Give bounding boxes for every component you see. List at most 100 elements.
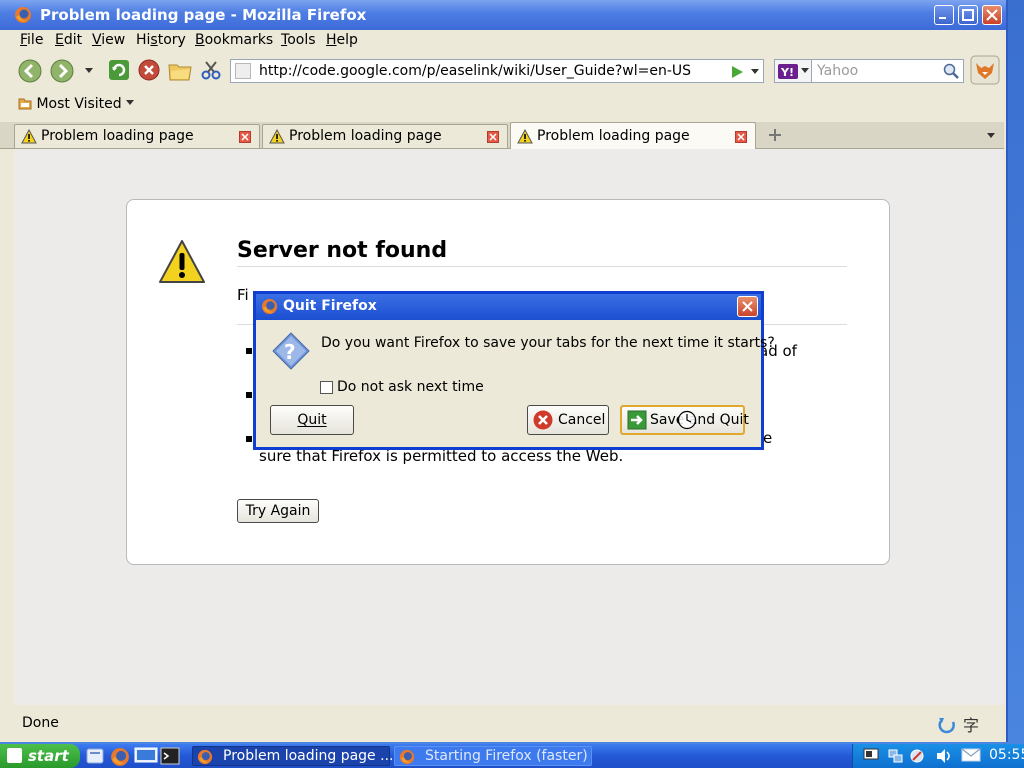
search-placeholder: Yahoo (817, 63, 859, 79)
yahoo-icon: Y! (778, 64, 798, 79)
tab-3-close-button[interactable] (735, 131, 747, 143)
menu-history[interactable]: History (136, 32, 186, 48)
firefox-icon (399, 749, 415, 765)
tab-2[interactable]: Problem loading page (262, 124, 508, 148)
search-engine-selector[interactable]: Y! (774, 59, 812, 83)
taskbar-item-firefox[interactable]: Problem loading page ... (192, 746, 394, 766)
do-not-ask-label[interactable]: Do not ask next time (337, 379, 484, 395)
sync-status-icon[interactable] (938, 716, 956, 734)
error-title: Server not found (237, 238, 448, 263)
title-bar[interactable]: Problem loading page - Mozilla Firefox (0, 0, 1006, 30)
question-icon: ? (272, 332, 310, 370)
firefox-window: Problem loading page - Mozilla Firefox F… (0, 0, 1008, 742)
tab-2-label: Problem loading page (289, 128, 442, 144)
quicklaunch-firefox-icon[interactable] (110, 747, 130, 767)
bullet-3-text: e (763, 429, 773, 447)
cancel-icon (533, 410, 553, 430)
most-visited-folder[interactable]: Most Visited (18, 96, 135, 112)
tray-volume-icon[interactable] (935, 748, 953, 764)
start-icon (7, 748, 22, 763)
firefox-icon (197, 749, 213, 765)
cancel-button[interactable]: Cancel (527, 405, 609, 435)
tab-2-close-button[interactable] (487, 131, 499, 143)
tab-1[interactable]: Problem loading page (14, 124, 260, 148)
quit-button[interactable]: Quit (270, 405, 354, 435)
stop-icon[interactable] (138, 59, 160, 81)
system-tray: 05:55 (852, 744, 1024, 768)
quicklaunch-files-icon[interactable] (86, 747, 104, 765)
minimize-icon (939, 17, 946, 19)
warning-icon (269, 129, 285, 144)
start-label: start (28, 747, 69, 765)
extension-fox-icon[interactable] (970, 55, 1000, 85)
warning-icon (21, 129, 37, 144)
most-visited-label: Most Visited (36, 96, 122, 112)
search-input[interactable]: Yahoo (812, 59, 964, 83)
taskbar-item-label: Problem loading page ... (223, 748, 394, 764)
tab-list-dropdown-icon[interactable] (986, 132, 996, 139)
reload-icon[interactable] (108, 59, 130, 81)
error-intro-text: Fi (237, 286, 249, 304)
navigation-toolbar: http://code.google.com/p/easelink/wiki/U… (0, 54, 1004, 88)
tray-security-icon[interactable] (909, 748, 927, 764)
minimize-button[interactable] (934, 5, 954, 25)
do-not-ask-checkbox[interactable] (320, 381, 333, 394)
menu-bookmarks[interactable]: Bookmarks (195, 32, 273, 48)
svg-text:Y!: Y! (780, 66, 794, 79)
tab-1-close-button[interactable] (239, 131, 251, 143)
url-bar[interactable]: http://code.google.com/p/easelink/wiki/U… (230, 59, 764, 83)
url-text[interactable]: http://code.google.com/p/easelink/wiki/U… (259, 63, 691, 79)
save-and-quit-button[interactable]: Save and Quit (620, 405, 749, 435)
tray-display-icon[interactable] (863, 748, 879, 764)
status-bar: Done 字 (0, 710, 1004, 740)
history-dropdown-icon[interactable] (84, 67, 94, 75)
try-again-button[interactable]: Try Again (237, 499, 319, 523)
search-icon[interactable] (943, 63, 959, 79)
save-quit-arrow-icon (627, 410, 647, 430)
input-method-icon[interactable]: 字 (962, 715, 982, 735)
close-icon (489, 133, 497, 141)
menu-tools[interactable]: Tools (281, 32, 316, 48)
close-window-button[interactable] (982, 5, 1002, 25)
new-tab-icon[interactable] (768, 128, 782, 142)
svg-text:?: ? (284, 340, 296, 364)
site-identity-icon[interactable] (235, 63, 251, 79)
dialog-title: Quit Firefox (283, 298, 377, 314)
menu-help[interactable]: Help (326, 32, 358, 48)
maximize-button[interactable] (958, 5, 978, 25)
dialog-message: Do you want Firefox to save your tabs fo… (321, 335, 775, 351)
back-icon[interactable] (18, 59, 42, 83)
status-text: Done (22, 715, 59, 731)
menu-view[interactable]: View (92, 32, 125, 48)
url-dropdown-icon[interactable] (750, 68, 760, 76)
tray-mail-icon[interactable] (961, 748, 981, 762)
home-folder-icon[interactable] (168, 59, 192, 81)
menu-file[interactable]: File (20, 32, 43, 48)
warning-icon (517, 129, 533, 144)
warning-large-icon (159, 240, 205, 283)
menu-bar: File Edit View History Bookmarks Tools H… (0, 30, 1004, 52)
taskbar-item-starting-firefox[interactable]: Starting Firefox (faster) (394, 746, 592, 766)
clock: 05:55 (989, 747, 1024, 763)
tray-network-icon[interactable] (887, 748, 903, 764)
forward-icon[interactable] (50, 59, 74, 83)
taskbar: start Problem loading page ... Starting … (0, 744, 1024, 768)
quit-firefox-dialog: Quit Firefox ? Do you want Firefox to sa… (253, 291, 775, 450)
quicklaunch-terminal-icon[interactable] (160, 747, 180, 765)
bullet-1 (246, 348, 252, 354)
quicklaunch-desktop-icon[interactable] (134, 747, 158, 765)
dialog-close-button[interactable] (737, 296, 758, 317)
desktop: Problem loading page - Mozilla Firefox F… (0, 0, 1024, 768)
menu-edit[interactable]: Edit (55, 32, 82, 48)
tab-3[interactable]: Problem loading page (510, 122, 756, 149)
tab-3-label: Problem loading page (537, 128, 690, 144)
cut-icon[interactable] (200, 59, 222, 81)
chevron-down-icon (126, 100, 135, 105)
go-arrow-icon[interactable] (730, 65, 744, 79)
dialog-title-bar[interactable]: Quit Firefox (256, 294, 761, 320)
start-button[interactable]: start (0, 744, 80, 768)
close-icon (737, 133, 745, 141)
bullet-3 (246, 436, 252, 442)
close-icon (742, 301, 753, 312)
maximize-icon (962, 9, 974, 21)
